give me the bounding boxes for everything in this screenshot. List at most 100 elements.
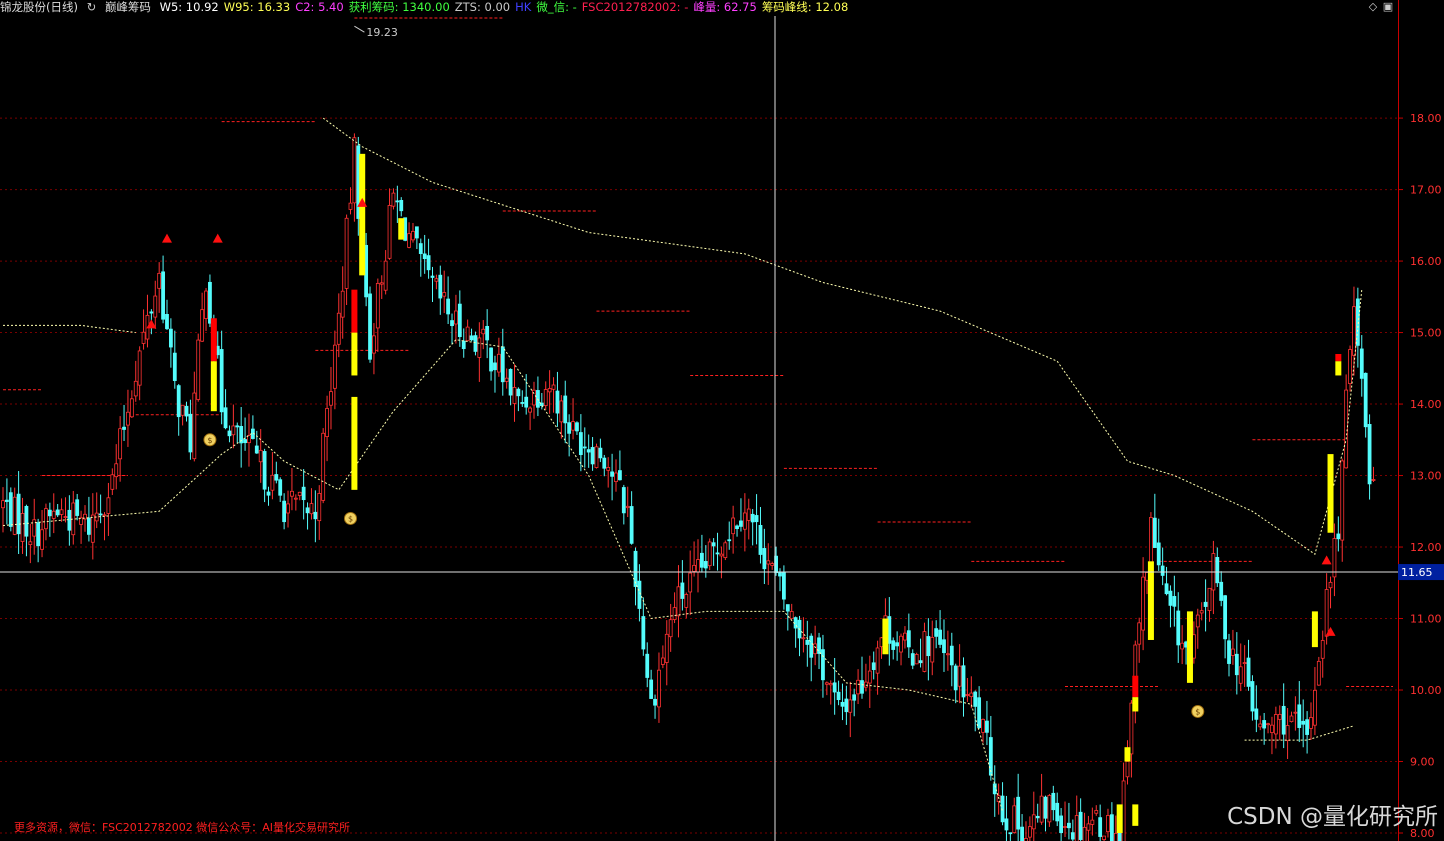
candle-body xyxy=(1027,826,1032,838)
candle-body xyxy=(122,426,126,430)
candle xyxy=(575,421,579,435)
candle-body xyxy=(504,377,509,382)
candle xyxy=(133,360,138,402)
candle xyxy=(871,651,876,680)
candle-body xyxy=(602,457,607,469)
candle-body xyxy=(231,425,236,436)
candle-body xyxy=(1149,517,1153,568)
candle xyxy=(196,333,201,402)
candle xyxy=(680,560,685,611)
candle-body xyxy=(727,539,732,542)
candle-body xyxy=(934,628,939,637)
candle xyxy=(1238,643,1243,692)
candle-body xyxy=(469,335,474,341)
candle-body xyxy=(1215,557,1220,584)
candle xyxy=(1316,656,1321,686)
candle-body xyxy=(582,446,587,449)
candle xyxy=(821,634,825,698)
candle xyxy=(1055,792,1060,827)
candle xyxy=(860,656,864,699)
candle xyxy=(1043,795,1048,832)
candle xyxy=(1004,795,1009,841)
candle-body xyxy=(297,491,302,496)
candle xyxy=(126,389,130,447)
candle xyxy=(700,534,704,573)
candle-body xyxy=(59,509,64,515)
candle-body xyxy=(1176,610,1181,646)
candle-body xyxy=(301,486,306,501)
candle-body xyxy=(563,395,568,424)
candle-body xyxy=(411,230,415,241)
candlestick-chart[interactable]: $$$19.238.009.0010.0011.0012.0013.0014.0… xyxy=(0,0,1444,841)
tick-label: 12.00 xyxy=(1410,541,1442,554)
candle-body xyxy=(1301,720,1306,725)
candle xyxy=(122,404,126,442)
candle xyxy=(672,592,677,624)
candle xyxy=(551,377,556,413)
candle xyxy=(750,509,755,546)
candle-body xyxy=(1172,596,1177,607)
header-item-5: HK xyxy=(515,0,532,14)
candle xyxy=(508,368,513,406)
buy-arrow-icon xyxy=(161,233,172,243)
candle-body xyxy=(1106,815,1110,833)
candle xyxy=(59,498,64,522)
diamond-icon[interactable]: ◇ xyxy=(1367,1,1379,13)
indicator-name[interactable]: 巅峰筹码 xyxy=(105,0,151,14)
candle xyxy=(1051,785,1056,821)
candle xyxy=(348,187,353,215)
candle-body xyxy=(1246,657,1251,687)
candle-body xyxy=(500,346,505,383)
candle xyxy=(1277,705,1282,741)
candle-body xyxy=(1074,815,1079,841)
candle xyxy=(590,437,595,471)
candle-body xyxy=(703,561,708,569)
candle xyxy=(67,495,72,546)
candle-body xyxy=(762,548,767,570)
candle xyxy=(465,319,470,342)
candle xyxy=(395,185,400,223)
candle-body xyxy=(1238,666,1243,684)
candle-body xyxy=(625,505,630,509)
candle-body xyxy=(20,512,25,542)
candle-body xyxy=(1070,832,1075,840)
candle xyxy=(352,133,357,222)
candle-body xyxy=(606,467,611,471)
candle-body xyxy=(848,699,853,713)
candle xyxy=(926,618,931,681)
candle xyxy=(1289,711,1294,723)
candle xyxy=(16,471,21,554)
signal-bar xyxy=(351,289,358,333)
candle xyxy=(606,457,611,488)
candle xyxy=(1098,804,1103,841)
panel-toggle-icon[interactable]: ▣ xyxy=(1382,1,1394,13)
tick-label: 17.00 xyxy=(1410,184,1442,197)
candle-body xyxy=(161,271,165,320)
candle xyxy=(446,276,451,324)
candle xyxy=(293,494,298,511)
candle-body xyxy=(668,619,673,638)
candle xyxy=(153,280,158,329)
candle-body xyxy=(266,491,271,496)
candle-body xyxy=(1047,795,1052,823)
candle xyxy=(250,415,255,440)
candle xyxy=(504,368,509,389)
candle xyxy=(1332,523,1337,597)
candle xyxy=(227,425,232,443)
candle-body xyxy=(1231,648,1235,656)
candle-body xyxy=(457,303,462,338)
candle xyxy=(1047,793,1052,827)
candle-body xyxy=(1086,823,1091,831)
footer-note: 更多资源，微信：FSC2012782002 微信公众号：AI量化交易研究所 xyxy=(14,821,351,834)
candle-body xyxy=(493,362,497,371)
candle-body xyxy=(98,513,103,516)
candle xyxy=(200,292,205,342)
candle-body xyxy=(1051,792,1056,811)
header-item-3: 获利筹码: 1340.00 xyxy=(348,0,450,14)
candle xyxy=(657,652,661,723)
circle-arrow-icon[interactable]: ↻ xyxy=(87,0,97,14)
candle xyxy=(703,545,708,578)
candle xyxy=(688,550,693,616)
candle xyxy=(305,502,310,530)
candle xyxy=(434,274,439,290)
